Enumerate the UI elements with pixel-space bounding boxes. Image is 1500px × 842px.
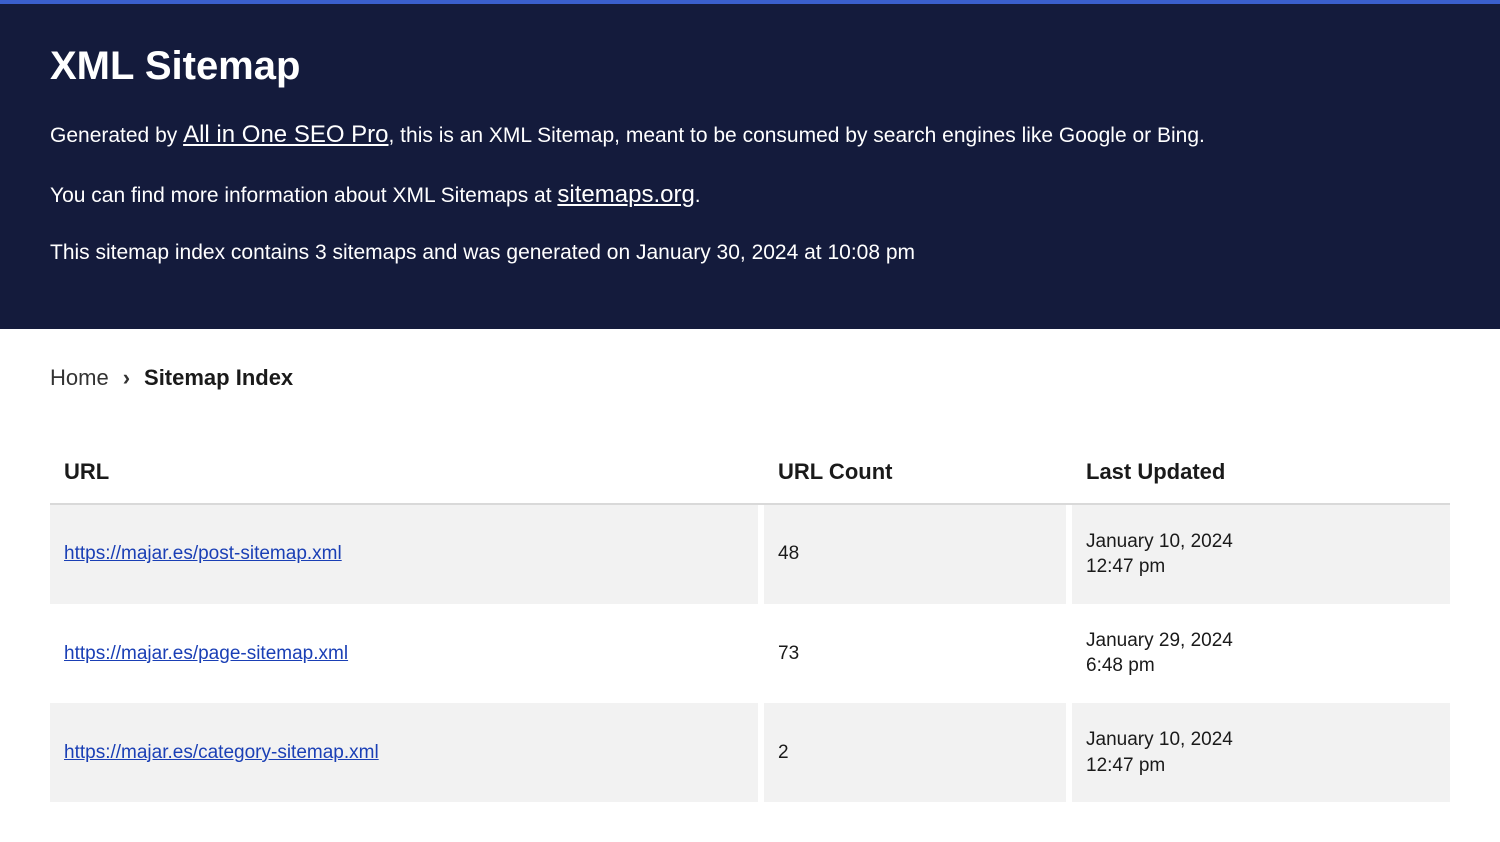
url-count: 73 bbox=[764, 604, 1072, 703]
sitemap-link[interactable]: https://majar.es/category-sitemap.xml bbox=[64, 742, 379, 763]
time: 6:48 pm bbox=[1086, 655, 1155, 676]
table-header-row: URL URL Count Last Updated bbox=[50, 441, 1450, 505]
content-area: Home › Sitemap Index URL URL Count Last … bbox=[0, 329, 1500, 842]
last-updated: January 10, 2024 12:47 pm bbox=[1072, 703, 1450, 802]
breadcrumb: Home › Sitemap Index bbox=[50, 365, 1450, 391]
date: January 10, 2024 bbox=[1086, 531, 1233, 552]
text: , this is an XML Sitemap, meant to be co… bbox=[389, 124, 1205, 147]
sitemap-link[interactable]: https://majar.es/page-sitemap.xml bbox=[64, 643, 348, 664]
text: . bbox=[695, 184, 701, 207]
date: January 29, 2024 bbox=[1086, 630, 1233, 651]
page-title: XML Sitemap bbox=[50, 44, 1450, 89]
table-row: https://majar.es/post-sitemap.xml 48 Jan… bbox=[50, 505, 1450, 604]
generator-link[interactable]: All in One SEO Pro bbox=[183, 121, 388, 148]
sitemap-link[interactable]: https://majar.es/post-sitemap.xml bbox=[64, 543, 342, 564]
time: 12:47 pm bbox=[1086, 556, 1165, 577]
breadcrumb-current: Sitemap Index bbox=[144, 365, 293, 391]
breadcrumb-home[interactable]: Home bbox=[50, 365, 109, 391]
time: 12:47 pm bbox=[1086, 755, 1165, 776]
last-updated: January 29, 2024 6:48 pm bbox=[1072, 604, 1450, 703]
header-desc-2: You can find more information about XML … bbox=[50, 177, 1450, 213]
last-updated: January 10, 2024 12:47 pm bbox=[1072, 505, 1450, 604]
table-row: https://majar.es/page-sitemap.xml 73 Jan… bbox=[50, 604, 1450, 703]
col-updated: Last Updated bbox=[1072, 441, 1450, 505]
sitemapsorg-link[interactable]: sitemaps.org bbox=[557, 181, 694, 208]
sitemap-table: URL URL Count Last Updated https://majar… bbox=[50, 441, 1450, 803]
url-count: 48 bbox=[764, 505, 1072, 604]
table-row: https://majar.es/category-sitemap.xml 2 … bbox=[50, 703, 1450, 802]
chevron-right-icon: › bbox=[123, 365, 130, 391]
text: You can find more information about XML … bbox=[50, 184, 557, 207]
page-header: XML Sitemap Generated by All in One SEO … bbox=[0, 4, 1500, 329]
header-desc-3: This sitemap index contains 3 sitemaps a… bbox=[50, 237, 1450, 269]
col-url: URL bbox=[50, 441, 764, 505]
header-desc-1: Generated by All in One SEO Pro, this is… bbox=[50, 117, 1450, 153]
date: January 10, 2024 bbox=[1086, 729, 1233, 750]
col-count: URL Count bbox=[764, 441, 1072, 505]
url-count: 2 bbox=[764, 703, 1072, 802]
text: Generated by bbox=[50, 124, 183, 147]
